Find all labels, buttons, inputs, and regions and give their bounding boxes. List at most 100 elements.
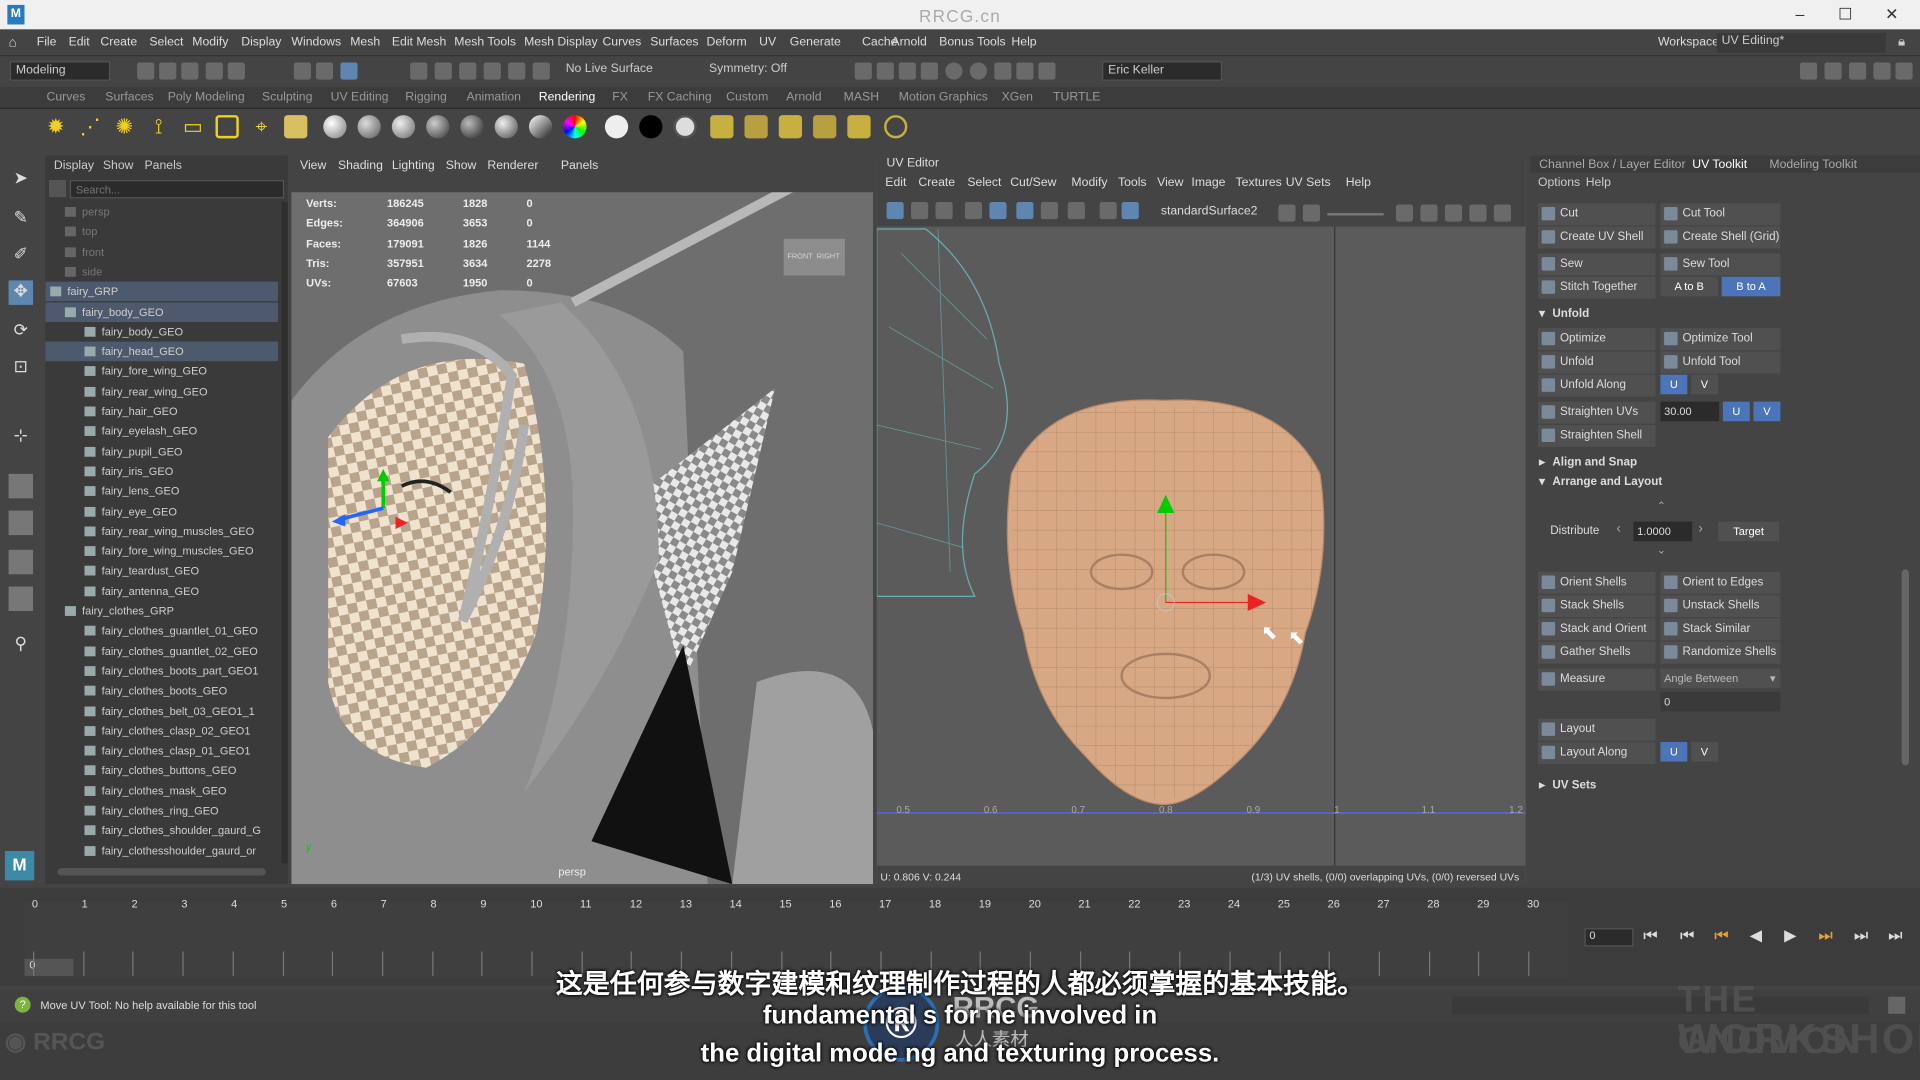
menu-curves[interactable]: Curves bbox=[602, 36, 641, 49]
black-sphere-icon[interactable] bbox=[639, 115, 663, 139]
uv-menu-modify[interactable]: Modify bbox=[1071, 176, 1107, 189]
menu-set-dropdown[interactable]: Modeling bbox=[9, 61, 111, 81]
straighten-uvs-button[interactable]: Straighten UVs bbox=[1537, 401, 1656, 424]
optimize-tool-button[interactable]: Optimize Tool bbox=[1660, 328, 1781, 351]
outliner-layout-icon[interactable] bbox=[8, 586, 34, 612]
menu-deform[interactable]: Deform bbox=[707, 36, 747, 49]
color-wheel-icon[interactable] bbox=[563, 115, 587, 139]
menu-surfaces[interactable]: Surfaces bbox=[650, 36, 698, 49]
outliner-row[interactable]: fairy_fore_wing_GEO bbox=[45, 362, 278, 382]
outliner-row[interactable]: fairy_clothes_buttons_GEO bbox=[45, 761, 278, 781]
anisotropic-sphere-icon[interactable] bbox=[460, 115, 484, 139]
camera-icon[interactable]: ⌖ bbox=[250, 115, 273, 138]
batch-render-icon[interactable] bbox=[813, 115, 837, 139]
sew-tool-button[interactable]: Sew Tool bbox=[1660, 253, 1781, 276]
uv-menu-uv-sets[interactable]: UV Sets bbox=[1286, 176, 1331, 189]
viewport-menu-show[interactable]: Show bbox=[446, 159, 477, 172]
outliner-row[interactable]: side bbox=[45, 262, 278, 282]
four-layout-icon[interactable] bbox=[8, 510, 34, 536]
uv-menu-help[interactable]: Help bbox=[1346, 176, 1371, 189]
outliner-row[interactable]: fairy_clothes_GRP bbox=[45, 601, 278, 621]
toolkit-help-menu[interactable]: Help bbox=[1586, 176, 1611, 189]
menu-generate[interactable]: Generate bbox=[790, 36, 841, 49]
outliner-menu-panels[interactable]: Panels bbox=[144, 159, 181, 172]
user-account-dropdown[interactable]: Eric Keller bbox=[1102, 61, 1223, 81]
outliner-row[interactable]: fairy_lens_GEO bbox=[45, 481, 278, 501]
stitch-together-button[interactable]: Stitch Together bbox=[1537, 276, 1656, 299]
snap-curve-icon[interactable] bbox=[434, 62, 452, 80]
outliner-row[interactable]: fairy_clothes_ring_GEO bbox=[45, 801, 278, 821]
step-back-key-icon[interactable]: ⏮ bbox=[1714, 926, 1728, 946]
phong-sphere-icon[interactable] bbox=[391, 115, 416, 139]
area-light-icon[interactable]: ▭ bbox=[181, 115, 204, 138]
stack-similar-button[interactable]: Stack Similar bbox=[1660, 618, 1781, 641]
uv-border-icon[interactable] bbox=[989, 202, 1007, 220]
straighten-angle-field[interactable]: 30.00 bbox=[1660, 401, 1720, 422]
outliner-menu-show[interactable]: Show bbox=[103, 159, 134, 172]
lambert-sphere-icon[interactable] bbox=[357, 115, 381, 139]
play-backwards-icon[interactable]: ◀ bbox=[1750, 926, 1762, 946]
toolkit-scrollbar[interactable] bbox=[1901, 569, 1909, 766]
shelf-tab-arnold[interactable]: Arnold bbox=[786, 91, 821, 104]
ipr-render-icon[interactable] bbox=[876, 62, 894, 80]
uv-pin-icon[interactable] bbox=[1469, 204, 1487, 222]
outliner-row[interactable]: fairy_clothes_belt_03_GEO1_1 bbox=[45, 701, 278, 721]
outliner-row[interactable]: fairy_clothes_clasp_02_GEO1 bbox=[45, 721, 278, 741]
uv-frame-all-icon[interactable] bbox=[1395, 204, 1414, 222]
step-back-icon[interactable]: ⏮ bbox=[1680, 926, 1694, 946]
uv-exposure-icon[interactable] bbox=[1278, 204, 1296, 222]
unstack-shells-button[interactable]: Unstack Shells bbox=[1660, 595, 1781, 618]
go-to-start-icon[interactable]: ⏮ bbox=[1643, 926, 1657, 946]
chevron-down-icon[interactable]: ⌄ bbox=[1657, 544, 1666, 557]
single-layout-icon[interactable] bbox=[8, 473, 34, 499]
ipr-stop-icon[interactable] bbox=[1016, 62, 1034, 80]
outliner-row[interactable]: fairy_rear_wing_muscles_GEO bbox=[45, 521, 278, 541]
create-shell-grid-button[interactable]: Create Shell (Grid) bbox=[1660, 226, 1781, 249]
optimize-button[interactable]: Optimize bbox=[1537, 328, 1656, 351]
tab-uv-toolkit[interactable]: UV Toolkit bbox=[1692, 158, 1747, 171]
distribute-left-icon[interactable]: ‹ bbox=[1616, 522, 1620, 537]
outliner-row[interactable]: fairy_clothes_clasp_01_GEO1 bbox=[45, 741, 278, 761]
uv-grid-icon[interactable] bbox=[964, 202, 983, 220]
shelf-tab-fx-caching[interactable]: FX Caching bbox=[648, 91, 712, 104]
maximize-button[interactable]: ☐ bbox=[1833, 5, 1857, 25]
uv-menu-select[interactable]: Select bbox=[967, 176, 1001, 189]
workspace-dropdown[interactable]: UV Editing* bbox=[1716, 33, 1886, 53]
viewport-menu-lighting[interactable]: Lighting bbox=[392, 159, 435, 172]
outliner-row[interactable]: fairy_head_GEO bbox=[45, 341, 278, 362]
new-scene-icon[interactable] bbox=[137, 62, 155, 80]
render-settings-shelf-icon[interactable] bbox=[710, 115, 734, 139]
last-tool-icon[interactable]: ⊹ bbox=[9, 425, 33, 449]
straighten-v-button[interactable]: V bbox=[1753, 401, 1781, 422]
volume-light-icon[interactable] bbox=[215, 115, 239, 139]
shelf-tab-mash[interactable]: MASH bbox=[844, 91, 879, 104]
select-component-icon[interactable] bbox=[340, 62, 358, 80]
chevron-up-icon[interactable]: ⌃ bbox=[1657, 500, 1666, 513]
redo-icon[interactable] bbox=[227, 62, 245, 80]
a-to-b-button[interactable]: A to B bbox=[1660, 276, 1718, 297]
shelf-tab-poly-modeling[interactable]: Poly Modeling bbox=[168, 91, 245, 104]
hypershade-icon[interactable] bbox=[920, 62, 938, 80]
stack-shells-button[interactable]: Stack Shells bbox=[1537, 595, 1656, 618]
live-surface-field[interactable]: No Live Surface bbox=[561, 61, 681, 81]
cut-button[interactable]: Cut bbox=[1537, 203, 1656, 226]
sew-button[interactable]: Sew bbox=[1537, 253, 1656, 276]
menu-mesh[interactable]: Mesh bbox=[350, 36, 380, 49]
render-view-icon[interactable] bbox=[945, 62, 963, 80]
current-frame-field[interactable]: 0 bbox=[1584, 928, 1634, 947]
menu-modify[interactable]: Modify bbox=[192, 36, 228, 49]
menu-create[interactable]: Create bbox=[100, 36, 137, 49]
menu-help[interactable]: Help bbox=[1011, 36, 1036, 49]
snap-vertex-icon[interactable] bbox=[532, 62, 550, 80]
uv-checker-map-icon[interactable] bbox=[1121, 202, 1139, 220]
unfold-along-v-button[interactable]: V bbox=[1691, 374, 1718, 395]
open-scene-icon[interactable] bbox=[159, 62, 177, 80]
shelf-tab-fx[interactable]: FX bbox=[612, 91, 628, 104]
shelf-tab-turtle[interactable]: TURTLE bbox=[1053, 91, 1100, 104]
surface-shader-icon[interactable] bbox=[494, 115, 518, 139]
menu-display[interactable]: Display bbox=[241, 36, 281, 49]
white-sphere-icon[interactable] bbox=[604, 115, 629, 139]
outliner-row[interactable]: fairy_fore_wing_muscles_GEO bbox=[45, 541, 278, 561]
tool-settings-icon[interactable] bbox=[1873, 62, 1891, 80]
outliner-row[interactable]: fairy_antenna_GEO bbox=[45, 581, 278, 601]
